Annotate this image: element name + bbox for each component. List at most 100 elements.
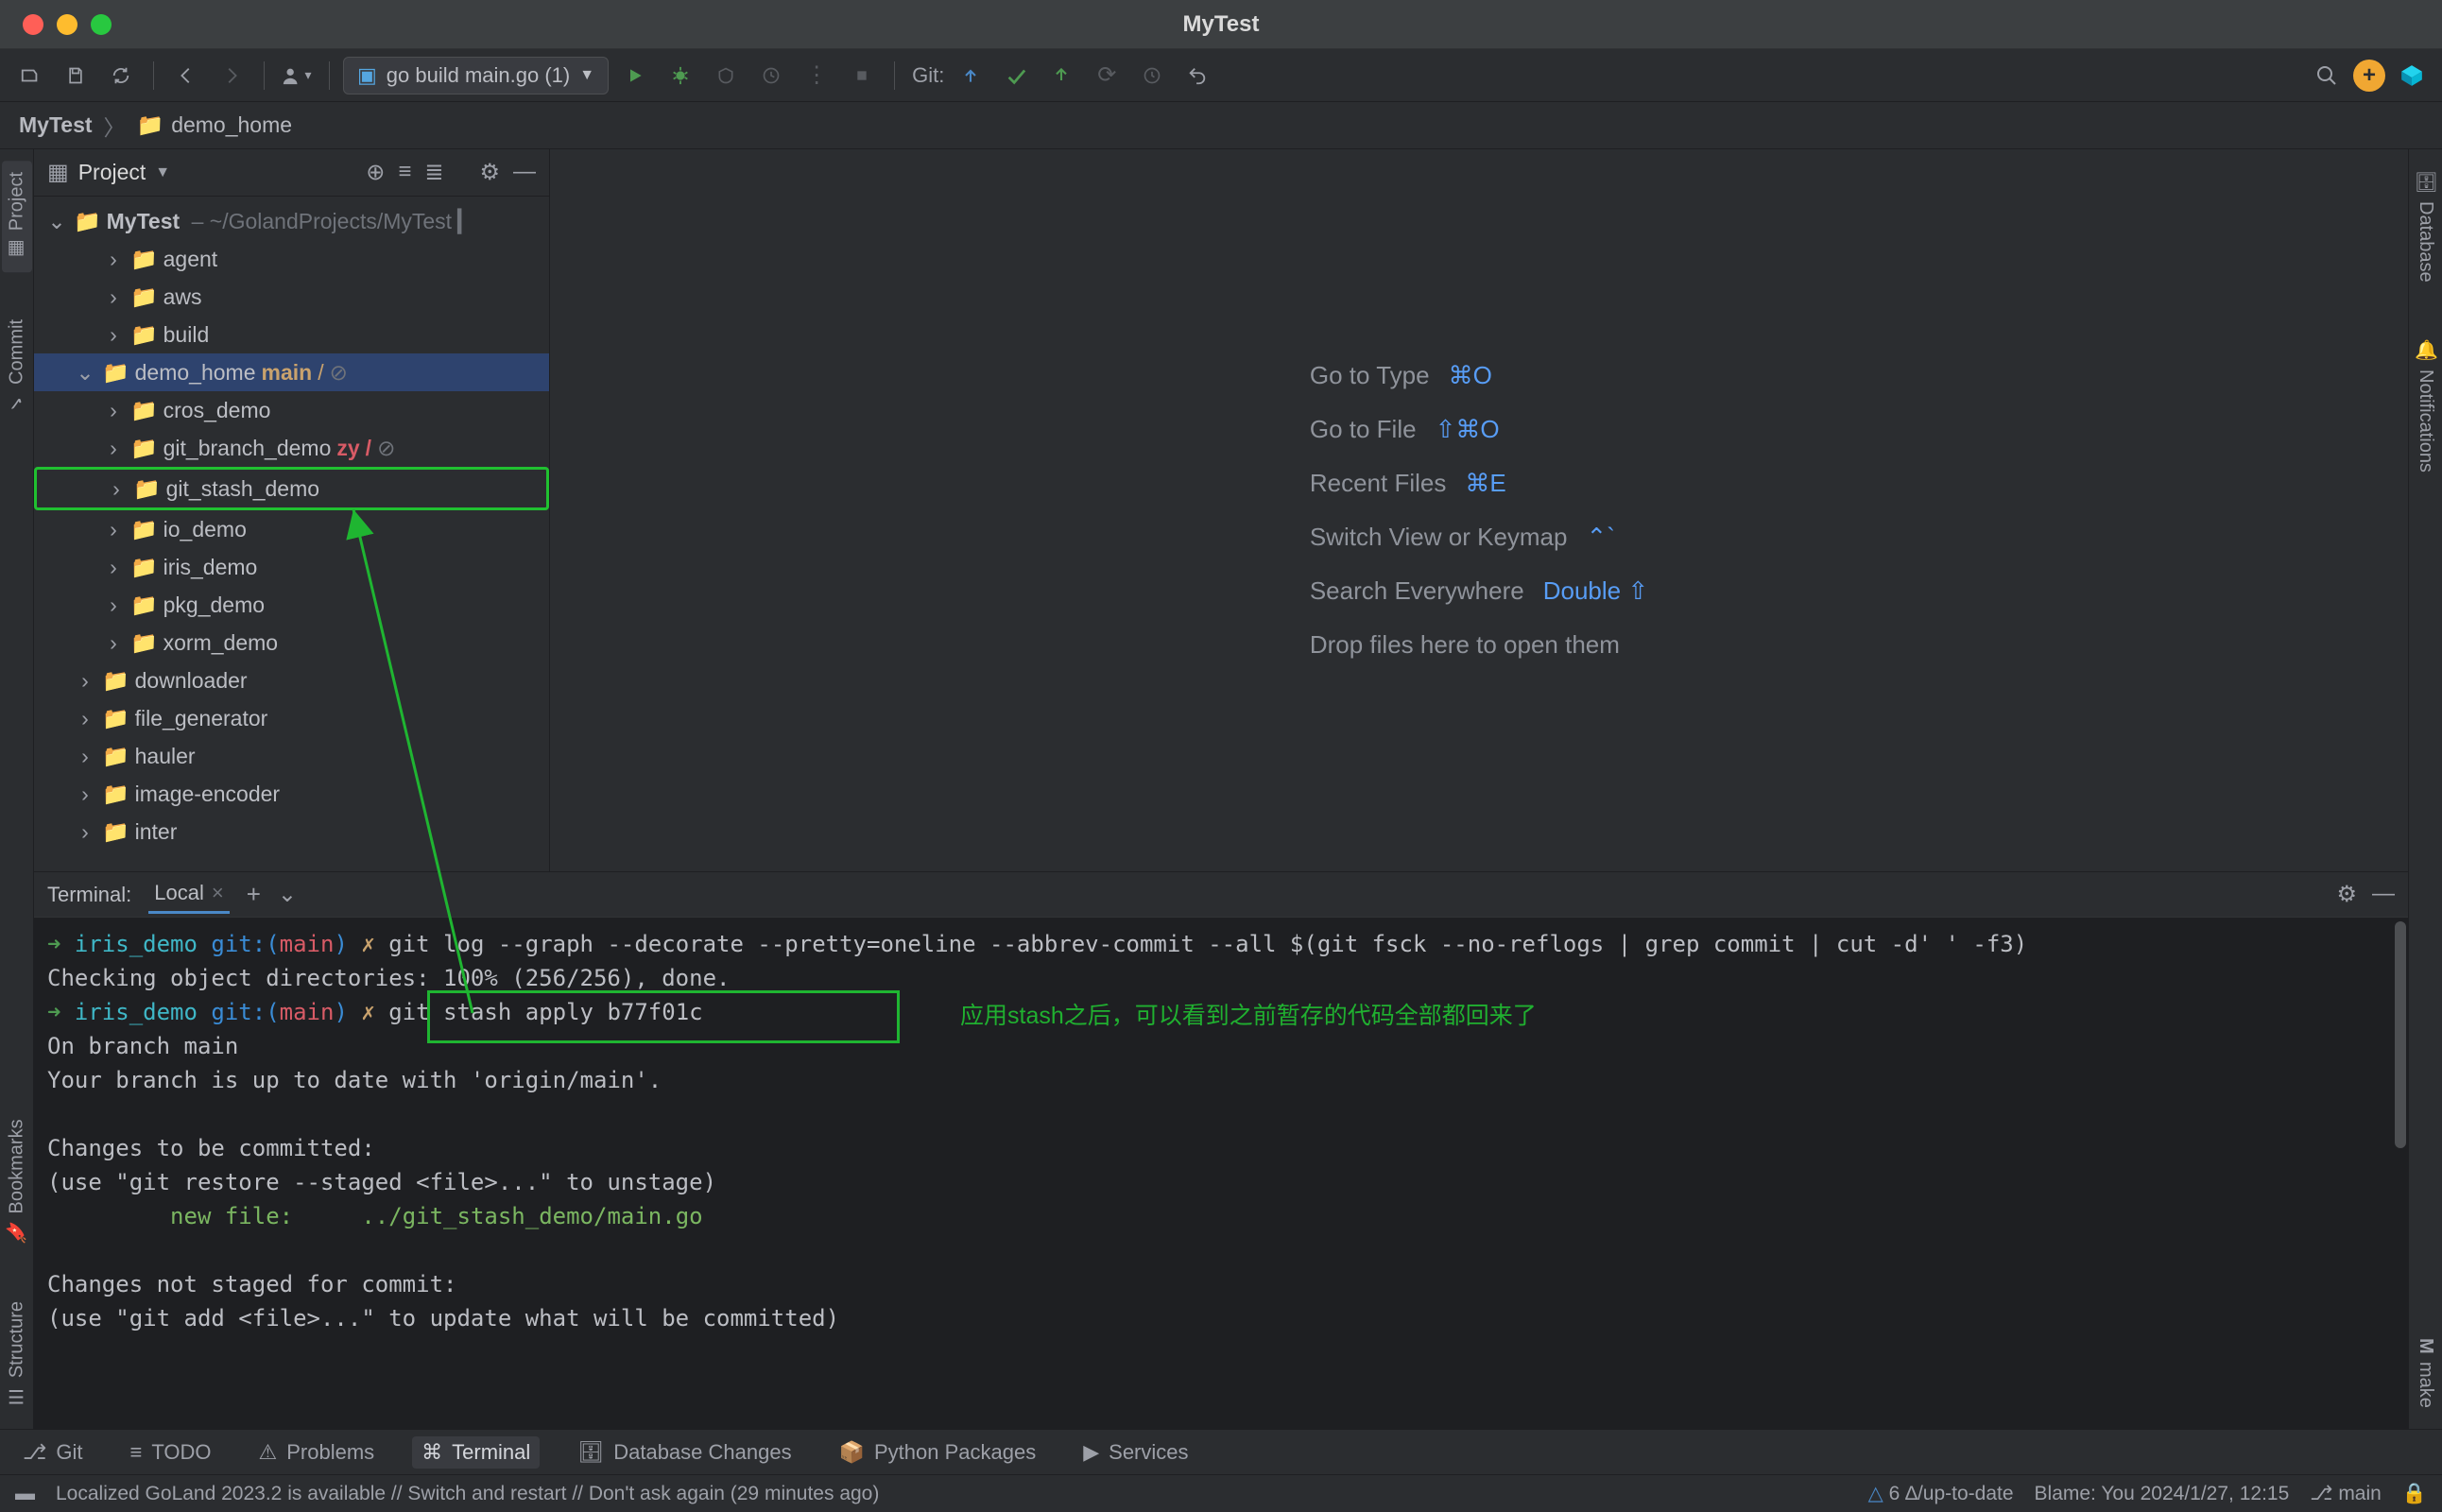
profile-button[interactable] (752, 57, 790, 94)
editor-hint: Drop files here to open them (1310, 630, 1648, 660)
terminal-prompt-dir: iris_demo (75, 999, 198, 1025)
breadcrumb-root[interactable]: MyTest (19, 112, 93, 138)
terminal-scrollbar[interactable] (2395, 921, 2406, 1148)
run-configuration-selector[interactable]: ▣ go build main.go (1) ▼ (343, 57, 609, 94)
run-config-label: go build main.go (1) (387, 63, 570, 88)
bottom-tool-tabs: ⎇Git ≡TODO ⚠Problems ⌘Terminal 🗄Database Cha… (0, 1429, 2442, 1474)
tool-notifications-tab[interactable]: 🔔 Notifications (2415, 330, 2437, 482)
window-title: MyTest (0, 11, 2442, 38)
git-push-button[interactable] (1042, 57, 1080, 94)
bottom-tab-todo[interactable]: ≡TODO (120, 1436, 220, 1469)
status-lock-icon[interactable]: 🔒 (2402, 1483, 2427, 1505)
nav-back-button[interactable] (167, 57, 205, 94)
terminal-tool-window: Terminal: Local × + ⌄ ⚙ — ➜ iris_demo gi… (34, 871, 2408, 1429)
undo-button[interactable] (1178, 57, 1216, 94)
terminal-tab-local[interactable]: Local × (148, 875, 229, 914)
open-file-button[interactable] (11, 57, 49, 94)
tree-root[interactable]: ⌄📁 MyTest – ~/GolandProjects/MyTest ▎ (34, 202, 549, 240)
status-blame[interactable]: Blame: You 2024/1/27, 12:15 (2035, 1483, 2290, 1505)
run-button[interactable] (616, 57, 654, 94)
tool-bookmarks-tab[interactable]: 🔖 Bookmarks (6, 1109, 28, 1253)
tree-item-build[interactable]: ›📁 build (34, 316, 549, 353)
collapse-all-button[interactable]: ≣ (424, 159, 443, 186)
git-history-button[interactable]: ⟳ (1088, 57, 1126, 94)
close-tab-icon[interactable]: × (212, 881, 224, 905)
git-pull-button[interactable] (952, 57, 989, 94)
tree-item-iris_demo[interactable]: ›📁 iris_demo (34, 548, 549, 586)
bottom-tab-problems[interactable]: ⚠Problems (249, 1436, 384, 1469)
tree-item-downloader[interactable]: ›📁 downloader (34, 662, 549, 699)
tree-item-inter[interactable]: ›📁 inter (34, 813, 549, 850)
coverage-button[interactable] (707, 57, 745, 94)
hide-button[interactable]: — (513, 159, 536, 186)
tree-item-cros_demo[interactable]: ›📁 cros_demo (34, 391, 549, 429)
project-header-label[interactable]: Project (78, 160, 146, 185)
breadcrumb-root-label: MyTest (19, 112, 93, 138)
tree-item-git_stash_demo[interactable]: ›📁 git_stash_demo (37, 470, 546, 507)
terminal-dropdown-button[interactable]: ⌄ (278, 881, 297, 908)
status-message[interactable]: Localized GoLand 2023.2 is available // … (56, 1483, 879, 1505)
tool-make-tab[interactable]: M make (2415, 1329, 2436, 1418)
user-menu-button[interactable]: ▾ (278, 57, 316, 94)
sync-button[interactable] (102, 57, 140, 94)
tree-item-pkg_demo[interactable]: ›📁 pkg_demo (34, 586, 549, 624)
stop-button[interactable] (843, 57, 881, 94)
save-all-button[interactable] (57, 57, 95, 94)
tool-commit-tab[interactable]: ✓ Commit (6, 310, 28, 424)
tree-item-file_generator[interactable]: ›📁 file_generator (34, 699, 549, 737)
tool-structure-tab[interactable]: ☰ Structure (6, 1292, 28, 1418)
bottom-tab-git[interactable]: ⎇Git (13, 1436, 92, 1469)
terminal-settings-button[interactable]: ⚙ (2336, 881, 2357, 908)
editor-hint: Go to File⇧⌘O (1310, 415, 1648, 444)
attach-button[interactable]: ⋮ (798, 57, 835, 94)
tree-item-agent[interactable]: ›📁 agent (34, 240, 549, 278)
bell-icon: 🔔 (2415, 339, 2437, 362)
terminal-line: Checking object directories: 100% (256/2… (47, 961, 2395, 995)
tree-item-xorm_demo[interactable]: ›📁 xorm_demo (34, 624, 549, 662)
zoom-window-button[interactable] (91, 14, 112, 35)
tree-item-demo_home[interactable]: ⌄📁 demo_home main / ⊘ (34, 353, 549, 391)
bookmark-icon: 🔖 (6, 1221, 28, 1244)
bottom-tab-terminal[interactable]: ⌘Terminal (412, 1436, 540, 1469)
ide-updates-button[interactable]: + (2353, 60, 2385, 92)
bottom-tab-database-changes[interactable]: 🗄Database Changes (568, 1436, 800, 1469)
tree-item-hauler[interactable]: ›📁 hauler (34, 737, 549, 775)
git-commit-button[interactable] (997, 57, 1035, 94)
terminal-tabs-bar: Terminal: Local × + ⌄ ⚙ — (34, 872, 2408, 918)
terminal-line: (use "git restore --staged <file>..." to… (47, 1165, 2395, 1199)
project-tree[interactable]: ⌄📁 MyTest – ~/GolandProjects/MyTest ▎›📁 … (34, 197, 549, 871)
terminal-output[interactable]: ➜ iris_demo git:(main) ✗ git log --graph… (34, 918, 2408, 1429)
bottom-tab-python-packages[interactable]: 📦Python Packages (830, 1436, 1046, 1469)
tree-item-io_demo[interactable]: ›📁 io_demo (34, 510, 549, 548)
debug-button[interactable] (662, 57, 699, 94)
expand-all-button[interactable]: ≡ (398, 159, 411, 186)
status-git-changes[interactable]: △ 6 ∆/up-to-date (1868, 1482, 2014, 1505)
search-everywhere-button[interactable] (2308, 57, 2346, 94)
nav-forward-button[interactable] (213, 57, 250, 94)
tree-item-aws[interactable]: ›📁 aws (34, 278, 549, 316)
breadcrumb-child[interactable]: 📁 demo_home (137, 112, 293, 138)
tree-item-image-encoder[interactable]: ›📁 image-encoder (34, 775, 549, 813)
status-projects-icon[interactable]: ▬ (15, 1483, 35, 1505)
close-window-button[interactable] (23, 14, 43, 35)
git-rollback-button[interactable] (1133, 57, 1171, 94)
terminal-tab-label: Local (154, 881, 204, 905)
terminal-line: Changes not staged for commit: (47, 1267, 2395, 1301)
chevron-down-icon[interactable]: ▼ (155, 164, 170, 181)
new-terminal-tab-button[interactable]: + (247, 880, 261, 909)
tool-project-tab[interactable]: ▦ Project (2, 161, 32, 272)
editor-empty-state: Go to Type⌘OGo to File⇧⌘ORecent Files⌘ES… (550, 149, 2408, 871)
settings-button[interactable]: ⚙ (479, 159, 500, 186)
tool-database-tab[interactable]: 🗄 Database (2415, 161, 2437, 292)
toolbox-button[interactable] (2393, 57, 2431, 94)
tree-item-git_branch_demo[interactable]: ›📁 git_branch_demo zy / ⊘ (34, 429, 549, 467)
bottom-tab-services[interactable]: ▶Services (1074, 1436, 1197, 1469)
chevron-right-icon: 〉 (104, 110, 126, 142)
minimize-window-button[interactable] (57, 14, 77, 35)
terminal-prompt-branch: main (280, 999, 335, 1025)
select-opened-file-button[interactable]: ⊕ (366, 159, 385, 186)
navigation-bar: MyTest 〉 📁 demo_home (0, 102, 2442, 149)
terminal-hide-button[interactable]: — (2372, 881, 2395, 908)
status-branch[interactable]: ⎇ main (2310, 1482, 2382, 1505)
terminal-cmd-2: git stash apply b77f01c (388, 999, 702, 1025)
